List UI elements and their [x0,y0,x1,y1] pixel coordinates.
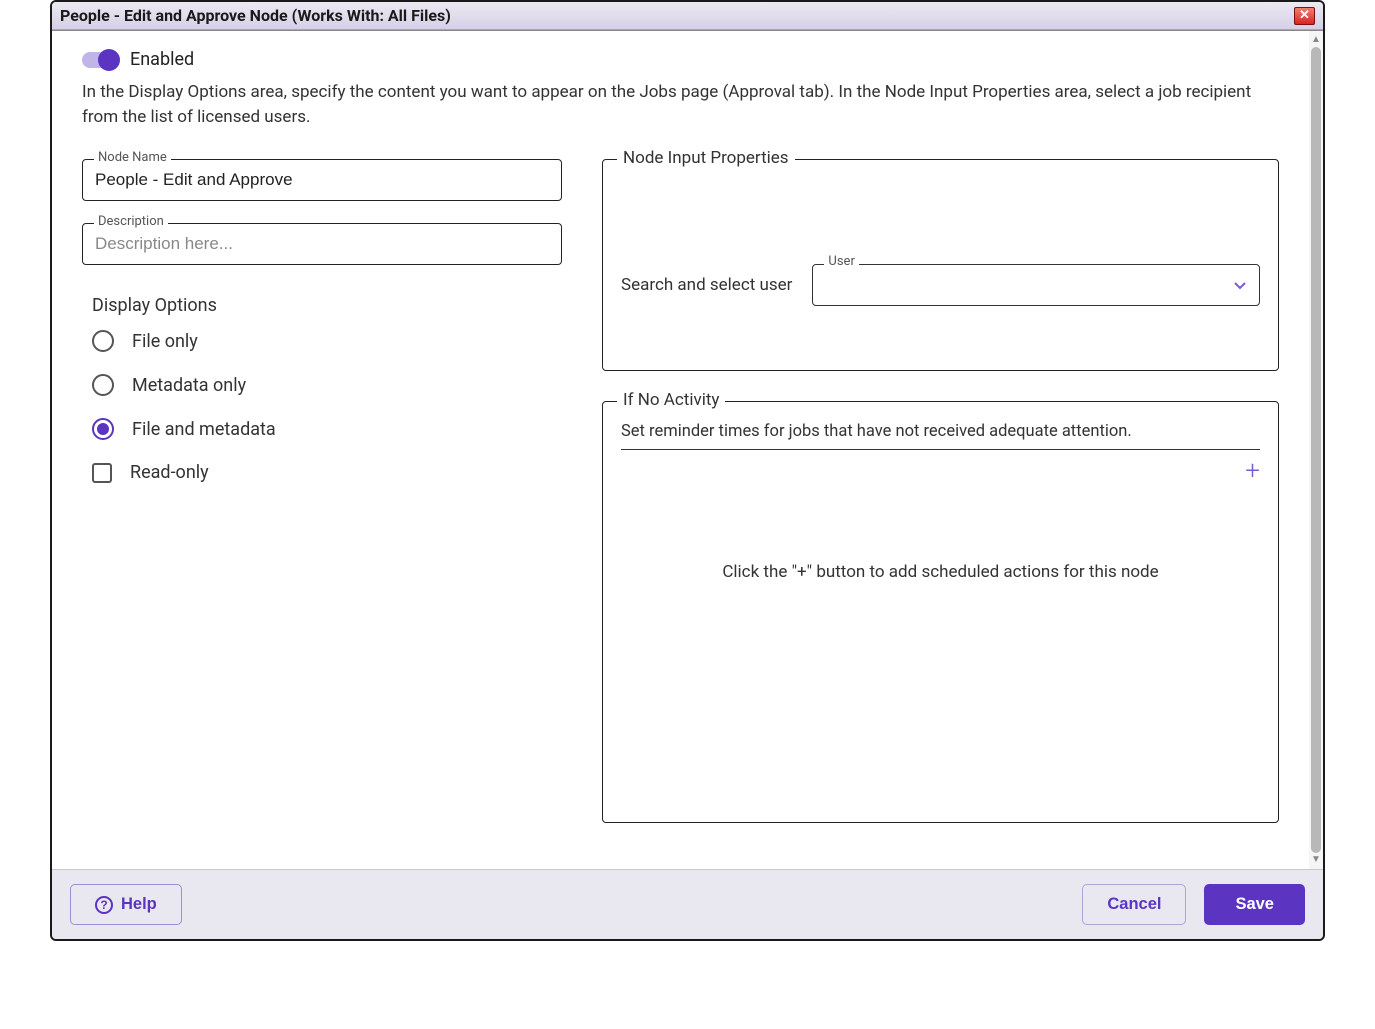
node-input-body: Search and select user User [621,180,1260,350]
no-activity-text: Set reminder times for jobs that have no… [621,422,1260,441]
user-select[interactable] [812,264,1260,306]
display-option-label: Metadata only [132,375,246,396]
help-icon: ? [95,896,113,914]
radio-icon [92,374,114,396]
user-select-wrap: User [812,264,1260,306]
description-input[interactable] [82,223,562,265]
radio-icon [92,418,114,440]
save-label: Save [1235,895,1274,914]
no-activity-empty-text: Click the "+" button to add scheduled ac… [621,562,1260,582]
scroll-thumb[interactable] [1311,47,1321,853]
search-user-label: Search and select user [621,275,792,295]
description-field: Description [82,223,562,265]
scroll-down-icon: ▼ [1311,855,1321,865]
chevron-down-icon [1234,275,1246,295]
display-option-metadata-only[interactable]: Metadata only [92,374,562,396]
dialog-window: People - Edit and Approve Node (Works Wi… [50,0,1325,941]
add-action-button[interactable]: + [621,450,1260,492]
description-label: Description [94,214,168,229]
intro-text: In the Display Options area, specify the… [82,80,1279,129]
scroll-up-icon: ▲ [1311,35,1321,45]
radio-icon [92,330,114,352]
no-activity-body: Set reminder times for jobs that have no… [621,422,1260,802]
display-option-file-only[interactable]: File only [92,330,562,352]
scrollbar[interactable]: ▲ ▼ [1309,31,1323,869]
right-column: Node Input Properties Search and select … [602,159,1279,823]
enabled-label: Enabled [130,49,194,70]
node-name-label: Node Name [94,150,171,165]
checkbox-icon [92,463,112,483]
help-button[interactable]: ? Help [70,884,182,925]
footer-actions: Cancel Save [1082,884,1305,925]
columns: Node Name Description Display Options Fi… [82,159,1279,823]
content-area: Enabled In the Display Options area, spe… [52,31,1309,869]
display-option-label: File and metadata [132,419,276,440]
node-input-legend: Node Input Properties [617,148,795,168]
display-options-list: File only Metadata only File and metadat… [92,330,562,483]
close-icon: ✕ [1299,9,1310,22]
help-label: Help [121,895,157,914]
window-title: People - Edit and Approve Node (Works Wi… [60,6,451,25]
cancel-label: Cancel [1107,895,1161,914]
if-no-activity-fieldset: If No Activity Set reminder times for jo… [602,401,1279,823]
display-options-heading: Display Options [92,295,562,316]
cancel-button[interactable]: Cancel [1082,884,1186,925]
enabled-toggle-row: Enabled [82,49,1279,70]
display-option-file-and-metadata[interactable]: File and metadata [92,418,562,440]
node-name-input[interactable] [82,159,562,201]
close-button[interactable]: ✕ [1294,7,1315,25]
node-name-field: Node Name [82,159,562,201]
display-option-read-only[interactable]: Read-only [92,462,562,483]
no-activity-legend: If No Activity [617,390,725,410]
display-option-label: Read-only [130,462,209,483]
footer: ? Help Cancel Save [52,869,1323,939]
titlebar: People - Edit and Approve Node (Works Wi… [52,2,1323,30]
node-input-properties-fieldset: Node Input Properties Search and select … [602,159,1279,371]
left-column: Node Name Description Display Options Fi… [82,159,562,483]
display-option-label: File only [132,331,198,352]
plus-icon: + [1245,458,1260,484]
body-wrap: Enabled In the Display Options area, spe… [52,30,1323,869]
save-button[interactable]: Save [1204,884,1305,925]
user-select-label: User [824,254,858,269]
enabled-toggle[interactable] [82,52,118,68]
